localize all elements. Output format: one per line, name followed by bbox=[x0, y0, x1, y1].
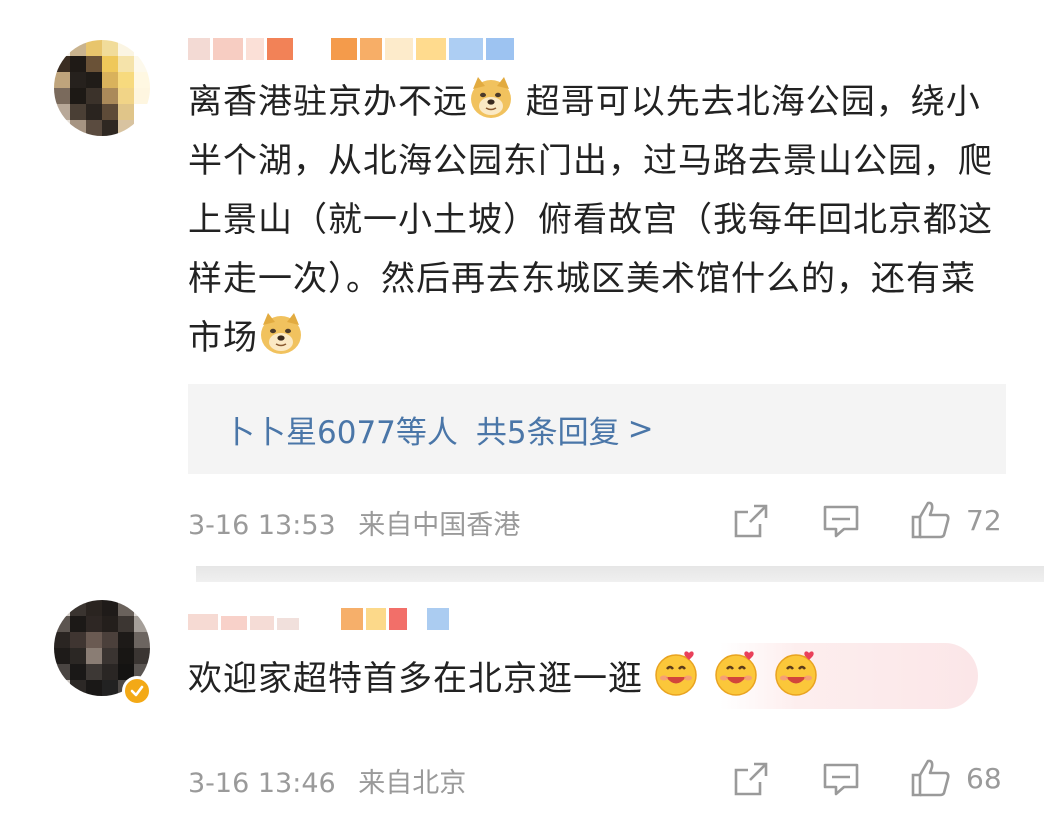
comment-button[interactable] bbox=[822, 502, 860, 540]
comment-icon bbox=[823, 505, 859, 538]
username[interactable] bbox=[188, 30, 517, 60]
comment-meta: 3-16 13:53 来自中国香港 bbox=[188, 503, 520, 542]
verified-badge bbox=[122, 676, 152, 706]
share-icon bbox=[734, 504, 768, 538]
doge-emoji bbox=[468, 75, 514, 121]
comment-meta: 3-16 13:46 来自北京 bbox=[188, 761, 466, 800]
comment-time: 3-16 13:53 bbox=[188, 510, 336, 541]
comment-button[interactable] bbox=[822, 760, 860, 798]
doge-emoji bbox=[258, 311, 304, 357]
divider bbox=[196, 566, 1044, 582]
comment-text: 欢迎家超特首多在北京逛一逛 bbox=[188, 648, 1010, 709]
comment-text-part1: 离香港驻京办不远 bbox=[188, 82, 468, 122]
like-button[interactable]: 72 bbox=[910, 500, 1002, 540]
heart-eyes-emoji bbox=[771, 648, 817, 696]
username[interactable] bbox=[188, 600, 452, 630]
share-button[interactable] bbox=[732, 760, 770, 798]
thumbs-up-icon bbox=[911, 501, 950, 539]
comment-location: 来自北京 bbox=[358, 768, 467, 799]
replies-count[interactable]: 共5条回复 bbox=[476, 407, 620, 452]
share-button[interactable] bbox=[732, 502, 770, 540]
like-count: 68 bbox=[966, 761, 1002, 795]
comment-time: 3-16 13:46 bbox=[188, 768, 336, 799]
share-icon bbox=[734, 762, 768, 796]
comment-text-body: 欢迎家超特首多在北京逛一逛 bbox=[188, 659, 643, 699]
like-button[interactable]: 68 bbox=[910, 758, 1002, 798]
avatar[interactable] bbox=[54, 40, 150, 136]
comment-icon bbox=[823, 763, 859, 796]
comment-text: 离香港驻京办不远 超哥可以先去北海公园，绕小半个湖，从北海公园东门出，过马路去景… bbox=[188, 73, 1010, 368]
comment-text-part2: 超哥可以先去北海公园，绕小半个湖，从北海公园东门出，过马路去景山公园，爬上景山（… bbox=[188, 82, 993, 358]
comment-location: 来自中国香港 bbox=[358, 510, 521, 541]
heart-eyes-emoji bbox=[711, 648, 757, 696]
replies-preview[interactable]: 卜卜星6077等人 共5条回复 > bbox=[188, 384, 1006, 474]
check-icon bbox=[130, 685, 144, 697]
replies-authors[interactable]: 卜卜星6077等人 bbox=[224, 407, 458, 452]
thumbs-up-icon bbox=[911, 759, 950, 797]
heart-eyes-emoji bbox=[651, 648, 697, 696]
chevron-right-icon: > bbox=[627, 411, 654, 447]
comment-list: 离香港驻京办不远 超哥可以先去北海公园，绕小半个湖，从北海公园东门出，过马路去景… bbox=[0, 0, 1044, 835]
like-count: 72 bbox=[966, 503, 1002, 537]
